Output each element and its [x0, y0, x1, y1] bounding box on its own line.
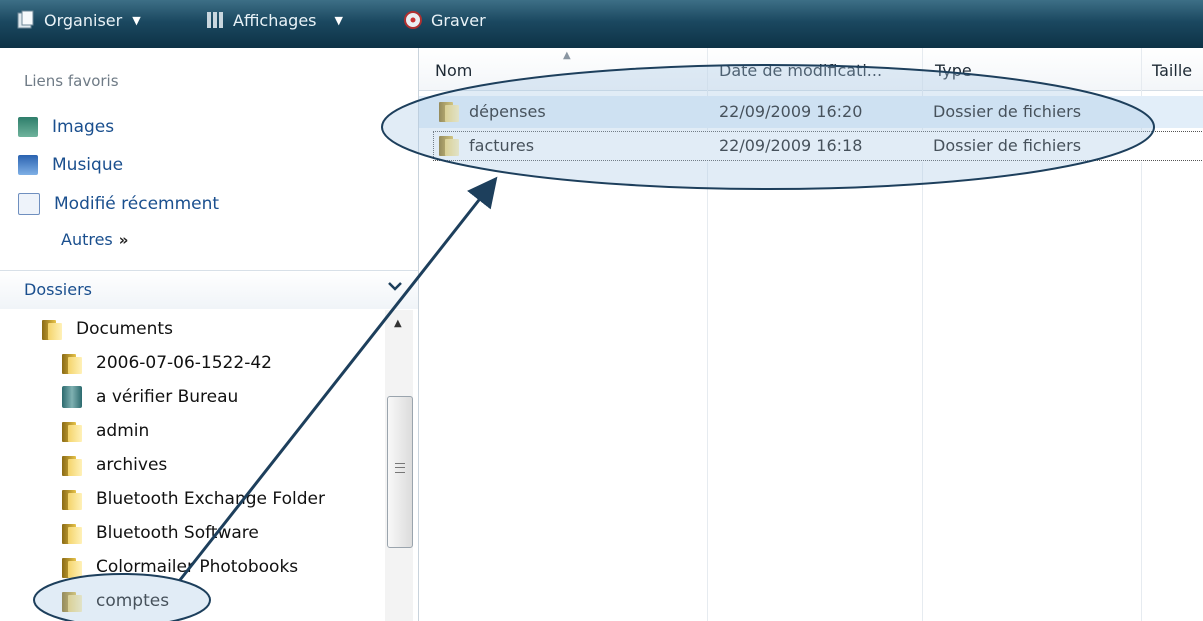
music-icon — [18, 155, 38, 175]
tree-label: Colormailer Photobooks — [96, 557, 299, 577]
tree-scrollbar[interactable]: ▲ — [385, 310, 413, 621]
views-menu-button[interactable]: Affichages ▼ — [205, 4, 343, 36]
favorite-label: Modifié récemment — [54, 194, 220, 214]
column-header-size[interactable]: Taille — [1152, 61, 1192, 80]
tree-item[interactable]: Bluetooth Exchange Folder — [62, 484, 325, 514]
favorites-title: Liens favoris — [24, 72, 119, 90]
favorite-link-images[interactable]: Images — [18, 113, 114, 141]
burn-label: Graver — [431, 10, 486, 30]
tree-item[interactable]: admin — [62, 416, 149, 446]
images-icon — [18, 117, 38, 137]
file-row-depenses[interactable]: dépenses 22/09/2009 16:20 Dossier de fic… — [419, 96, 1203, 128]
tree-item[interactable]: 2006-07-06-1522-42 — [62, 348, 272, 378]
more-favorites-link[interactable]: Autres » — [61, 230, 128, 249]
tree-item[interactable]: archives — [62, 450, 167, 480]
folders-header[interactable]: Dossiers — [0, 270, 418, 309]
file-type: Dossier de fichiers — [933, 136, 1082, 155]
sort-ascending-icon: ▲ — [563, 50, 571, 61]
scrollbar-thumb[interactable] — [387, 396, 413, 548]
tree-label: Documents — [76, 319, 173, 339]
column-header-name[interactable]: Nom — [435, 61, 472, 80]
scroll-up-icon[interactable]: ▲ — [394, 318, 402, 329]
folder-icon — [62, 488, 82, 510]
favorite-label: Images — [52, 117, 115, 137]
file-date: 22/09/2009 16:18 — [719, 136, 863, 155]
more-glyph: » — [118, 231, 129, 249]
grip-icon — [395, 463, 405, 473]
file-date: 22/09/2009 16:20 — [719, 102, 863, 121]
chevron-down-icon: ▼ — [334, 13, 343, 27]
tree-label: 2006-07-06-1522-42 — [96, 353, 272, 373]
folder-icon — [439, 100, 459, 122]
file-name-cell: factures — [439, 134, 534, 156]
folder-icon — [62, 556, 82, 578]
file-name: dépenses — [469, 101, 546, 121]
folder-icon — [62, 352, 82, 374]
organise-icon — [16, 10, 36, 30]
tree-label: comptes — [96, 591, 170, 611]
file-type: Dossier de fichiers — [933, 102, 1082, 121]
column-header-type[interactable]: Type — [935, 61, 972, 80]
chevron-down-icon: ▼ — [132, 13, 141, 27]
tree-label: Bluetooth Software — [96, 523, 259, 543]
organise-label: Organiser — [44, 10, 123, 30]
navigation-pane: Liens favoris Images Musique Modifié réc… — [0, 48, 419, 621]
favorite-link-music[interactable]: Musique — [18, 151, 123, 179]
folder-icon — [42, 318, 62, 340]
recent-icon — [18, 193, 40, 215]
command-toolbar: Organiser ▼ Affichages ▼ Graver — [0, 0, 1203, 49]
folder-icon — [62, 420, 82, 442]
folder-icon — [62, 590, 82, 612]
burn-disc-icon — [403, 10, 423, 30]
tree-item[interactable]: Colormailer Photobooks — [62, 552, 298, 582]
burn-button[interactable]: Graver — [403, 4, 486, 36]
book-icon — [62, 386, 82, 408]
folder-icon — [62, 522, 82, 544]
folders-title: Dossiers — [24, 280, 92, 299]
views-icon — [205, 10, 225, 30]
file-row-factures[interactable]: factures 22/09/2009 16:18 Dossier de fic… — [419, 130, 1203, 162]
column-header-bar: ▲ Nom Date de modificati... Type Taille — [419, 48, 1203, 91]
tree-item-documents[interactable]: Documents — [42, 314, 173, 344]
tree-label: a vérifier Bureau — [96, 387, 239, 407]
organise-menu-button[interactable]: Organiser ▼ — [16, 4, 141, 36]
views-label: Affichages — [233, 10, 317, 30]
folder-icon — [439, 134, 459, 156]
tree-item-comptes[interactable]: comptes — [62, 586, 169, 616]
folder-icon — [62, 454, 82, 476]
favorite-label: Musique — [52, 155, 124, 175]
tree-item[interactable]: Bluetooth Software — [62, 518, 259, 548]
favorite-link-recent[interactable]: Modifié récemment — [18, 190, 219, 218]
chevron-down-icon — [388, 282, 402, 291]
tree-label: Bluetooth Exchange Folder — [96, 489, 325, 509]
tree-label: admin — [96, 421, 150, 441]
file-list-pane: ▲ Nom Date de modificati... Type Taille … — [419, 48, 1203, 621]
more-label: Autres — [61, 230, 113, 249]
tree-item[interactable]: a vérifier Bureau — [62, 382, 238, 412]
file-name-cell: dépenses — [439, 100, 546, 122]
tree-label: archives — [96, 455, 168, 475]
file-name: factures — [469, 135, 535, 155]
column-header-date[interactable]: Date de modificati... — [719, 61, 882, 80]
